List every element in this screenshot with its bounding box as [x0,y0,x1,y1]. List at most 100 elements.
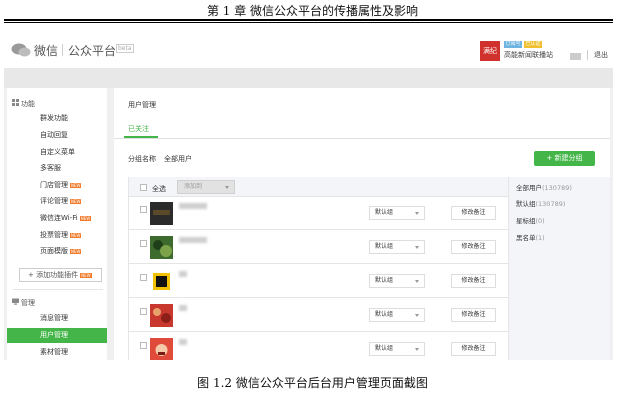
group-item-count: (0) [535,217,545,225]
sidebar-item-label: 消息管理 [40,314,68,322]
verified-tag: 已认证 [524,41,542,48]
sidebar: 功能 群发功能 自动回复 自定义菜单 多客服 门店管理 NEW 评论管理 NEW 微… [7,88,107,360]
sidebar-item-label: 门店管理 [40,181,68,189]
group-name-label: 分组名称 [128,155,156,163]
row-checkbox[interactable] [140,240,147,247]
table-row: 默认组 修改备注 [129,333,508,360]
top-bar: 微信 公众平台 beta 满纪 订阅号 已认证 高能新闻联播站 退出 [4,30,613,68]
topbar-divider [587,50,588,60]
sidebar-item-label: 素材管理 [40,348,68,356]
sidebar-item-users[interactable]: 用户管理 [7,328,107,343]
user-avatar[interactable] [150,202,173,225]
group-select[interactable]: 默认组 [369,206,425,220]
group-select[interactable]: 默认组 [369,308,425,322]
row-checkbox[interactable] [140,206,147,213]
logo-subtitle[interactable]: 公众平台 [68,42,116,59]
add-plugin-button[interactable]: + 添加功能插件 NEW [19,268,102,282]
wechat-admin-screenshot: 微信 公众平台 beta 满纪 订阅号 已认证 高能新闻联播站 退出 功能 群发… [4,30,613,360]
edit-remark-button[interactable]: 修改备注 [451,274,496,288]
add-plugin-label: + 添加功能插件 [28,271,79,279]
user-avatar[interactable] [150,236,173,259]
new-badge: NEW [70,248,82,254]
edit-remark-button[interactable]: 修改备注 [451,342,496,356]
user-avatar[interactable] [150,304,173,327]
sidebar-item-auto-reply[interactable]: 自动回复 [7,128,107,143]
edit-remark-button[interactable]: 修改备注 [451,308,496,322]
group-item-all[interactable]: 全部用户(130789) [516,182,572,192]
sidebar-item-label: 微信连Wi-Fi [40,214,78,222]
sidebar-item-materials[interactable]: 素材管理 [7,345,107,360]
group-item-count: (130789) [542,184,572,192]
user-avatar[interactable] [150,270,173,293]
table-row: 默认组 修改备注 [129,197,508,230]
sidebar-item-voting[interactable]: 投票管理 NEW [7,228,107,243]
section-title-management: 管理 [21,299,35,307]
edit-remark-button[interactable]: 修改备注 [451,240,496,254]
group-list: 全部用户(130789) 默认组(130789) 星标组(0) 黑名单(1) [509,177,610,360]
group-item-starred[interactable]: 星标组(0) [516,215,545,225]
sidebar-item-label: 用户管理 [40,331,68,339]
sidebar-item-customer-service[interactable]: 多客服 [7,161,107,176]
mail-icon[interactable] [570,53,581,60]
main-panel: 用户管理 已关注 分组名称 全部用户 + 新建分组 全选 添加到 默认组 修改备… [114,88,610,360]
new-badge: NEW [70,232,82,238]
new-badge: NEW [70,198,82,204]
chevron-down-icon [415,280,419,283]
select-all-label[interactable]: 全选 [152,184,166,194]
table-row: 默认组 修改备注 [129,231,508,264]
sidebar-item-custom-menu[interactable]: 自定义菜单 [7,145,107,160]
sidebar-item-label: 群发功能 [40,114,68,122]
sidebar-item-label: 多客服 [40,164,61,172]
sidebar-item-messages[interactable]: 消息管理 [7,311,107,326]
figure-caption: 图 1.2 微信公众平台后台用户管理页面截图 [197,376,428,390]
group-select[interactable]: 默认组 [369,274,425,288]
logo-text[interactable]: 微信 [34,42,58,59]
group-select-value: 默认组 [375,345,394,352]
account-avatar[interactable]: 满纪 [480,41,500,61]
header-band [4,68,613,88]
grid-icon [12,99,19,106]
section-title-features: 功能 [21,100,35,108]
row-checkbox[interactable] [140,342,147,349]
chevron-down-icon [415,348,419,351]
wechat-logo-icon [11,43,31,57]
select-all-checkbox[interactable] [140,184,147,191]
sidebar-item-label: 自定义菜单 [40,148,75,156]
blurred-username [179,271,187,277]
sidebar-item-wifi[interactable]: 微信连Wi-Fi NEW [7,211,107,226]
group-item-default[interactable]: 默认组(130789) [516,198,565,208]
row-checkbox[interactable] [140,274,147,281]
sidebar-item-store[interactable]: 门店管理 NEW [7,178,107,193]
row-checkbox[interactable] [140,308,147,315]
logout-link[interactable]: 退出 [594,50,608,60]
new-badge: NEW [70,182,82,188]
tab-followed[interactable]: 已关注 [128,124,149,134]
add-to-label: 添加到 [184,183,203,190]
sidebar-item-label: 评论管理 [40,197,68,205]
group-select[interactable]: 默认组 [369,342,425,356]
account-name[interactable]: 高能新闻联播站 [504,50,553,60]
subscription-tag: 订阅号 [504,41,522,48]
new-badge: NEW [80,272,92,278]
group-select[interactable]: 默认组 [369,240,425,254]
sidebar-item-page-template[interactable]: 页面模版 NEW [7,244,107,259]
group-item-blacklist[interactable]: 黑名单(1) [516,232,545,242]
blurred-username [179,305,187,311]
sidebar-item-comments[interactable]: 评论管理 NEW [7,194,107,209]
group-item-count: (130789) [535,200,566,208]
blurred-username [179,237,207,243]
new-badge: NEW [79,215,92,221]
group-name-value: 全部用户 [164,155,192,163]
new-group-button[interactable]: + 新建分组 [534,151,595,166]
group-item-name: 星标组 [516,217,536,225]
user-avatar[interactable] [150,338,173,360]
add-to-group-dropdown[interactable]: 添加到 [177,180,235,194]
sidebar-item-mass-send[interactable]: 群发功能 [7,111,107,126]
user-table: 全选 添加到 默认组 修改备注 默认组 修改备注 默认组 修改备注 默认组 修改… [128,177,509,360]
chevron-down-icon [415,314,419,317]
edit-remark-button[interactable]: 修改备注 [451,206,496,220]
sidebar-item-label: 自动回复 [40,131,68,139]
chevron-down-icon [415,246,419,249]
blurred-username [179,203,207,209]
chevron-down-icon [225,186,229,189]
